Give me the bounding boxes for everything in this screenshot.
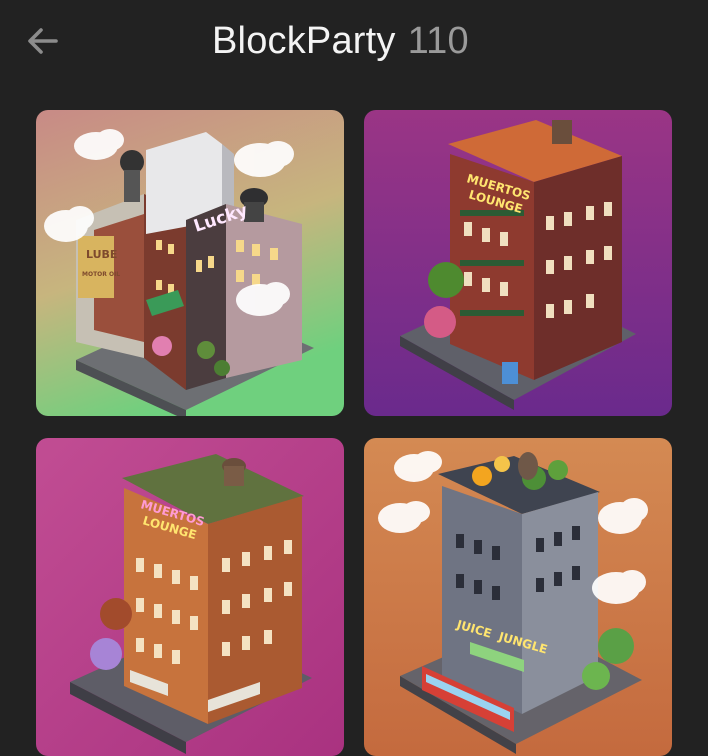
artwork-card-4[interactable]: JUICE JUNGLE <box>364 438 672 756</box>
wall-text-lube: LUBE <box>86 248 117 261</box>
building-artwork: JUICE JUNGLE <box>364 438 672 756</box>
page-title: BlockParty 110 <box>212 16 469 66</box>
collection-name: BlockParty <box>212 19 396 62</box>
building-artwork: MUERTOS LOUNGE <box>364 110 672 416</box>
building-artwork: LUBE MOTOR OIL Lucky <box>36 110 344 416</box>
header: BlockParty 110 <box>0 0 708 86</box>
building-artwork: MUERTOS LOUNGE <box>36 438 344 756</box>
artwork-card-3[interactable]: MUERTOS LOUNGE <box>36 438 344 756</box>
back-button[interactable] <box>20 22 64 60</box>
collection-count: 110 <box>407 19 469 62</box>
arrow-left-icon <box>28 28 58 54</box>
wall-text-motor-oil: MOTOR OIL <box>82 271 120 278</box>
artwork-card-1[interactable]: LUBE MOTOR OIL Lucky <box>36 110 344 416</box>
artwork-grid: LUBE MOTOR OIL Lucky MUERTOS LOUNGE MUER… <box>36 110 672 756</box>
artwork-card-2[interactable]: MUERTOS LOUNGE <box>364 110 672 416</box>
